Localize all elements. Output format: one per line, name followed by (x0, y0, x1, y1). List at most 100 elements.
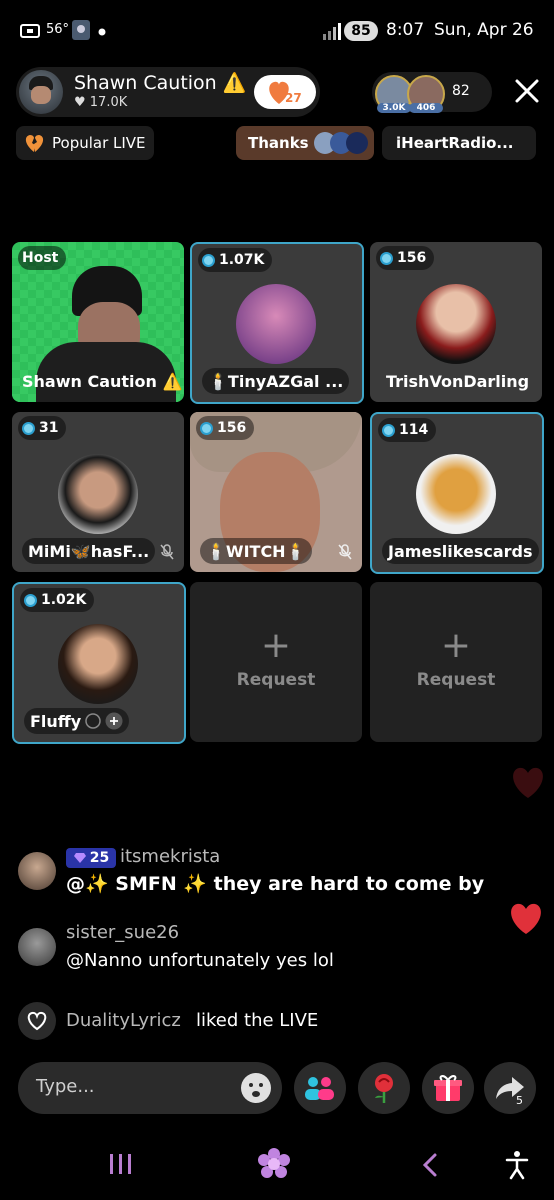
chat-avatar[interactable] (18, 852, 56, 890)
chat-message: @✨ SMFN ✨ they are hard to come by (66, 873, 485, 895)
gift-button[interactable] (422, 1062, 474, 1114)
viewer-list[interactable]: 3.0K 406 82 (372, 72, 492, 113)
home-flower-icon[interactable] (256, 1146, 292, 1182)
system-nav-bar (0, 1140, 554, 1200)
guest-name: 🕯️WITCH🕯️ (200, 538, 312, 564)
temperature: 56° (46, 22, 70, 37)
like-event-user[interactable]: DualityLyricz (66, 1010, 181, 1031)
chat-message: @Nanno unfortunately yes lol (66, 950, 334, 971)
request-slot[interactable]: + Request (190, 582, 362, 742)
host-name: Shawn Caution ⚠️ (74, 72, 247, 94)
gem-icon (24, 593, 37, 607)
chat-avatar[interactable] (18, 928, 56, 966)
floating-heart-icon (513, 767, 543, 798)
iheartradio-label: iHeartRadio... (396, 134, 514, 152)
gem-icon (22, 421, 35, 435)
registered-icon (85, 713, 101, 729)
thanks-avatar (346, 132, 368, 154)
viewer-count: 82 (452, 83, 470, 99)
dot-icon (98, 28, 106, 36)
heart-outline-icon (27, 1011, 47, 1031)
host-badge: Host (18, 246, 67, 270)
guest-gift-badge: 1.07K (198, 248, 273, 272)
guests-button[interactable] (294, 1062, 346, 1114)
request-label: Request (416, 670, 496, 690)
guest-gift-badge: 31 (18, 416, 67, 440)
level-badge: 25 (66, 848, 116, 868)
add-icon[interactable] (105, 712, 123, 730)
guest-gift-badge: 156 (196, 416, 255, 440)
guest-tile[interactable]: 156 🕯️WITCH🕯️ (190, 412, 362, 572)
top-viewer-avatar[interactable]: 406 (407, 75, 445, 113)
request-slot[interactable]: + Request (370, 582, 542, 742)
floating-heart-icon (511, 903, 541, 934)
host-info[interactable]: Shawn Caution ⚠️ ♥ 17.0K 27 (16, 67, 320, 117)
popular-live-chip[interactable]: Popular LIVE (16, 126, 154, 160)
comment-placeholder: Type... (36, 1076, 95, 1097)
recent-apps-icon[interactable] (108, 1152, 134, 1176)
guest-tile[interactable]: 114 Jameslikescards (370, 412, 544, 574)
guests-icon (305, 1077, 334, 1100)
status-bar: 56° 85 8:07 Sun, Apr 26 (0, 0, 554, 62)
gem-icon (200, 421, 213, 435)
request-label: Request (236, 670, 316, 690)
chat-username[interactable]: itsmekrista (120, 846, 220, 867)
plus-icon: + (440, 625, 472, 666)
guest-name: Fluffy (30, 711, 82, 731)
gem-icon (380, 251, 393, 265)
iheartradio-chip[interactable]: iHeartRadio... (382, 126, 536, 160)
guest-avatar (416, 284, 496, 364)
diamond-icon (73, 853, 86, 863)
screenshot-icon (20, 24, 40, 38)
mic-muted-icon (338, 544, 352, 560)
gem-icon (382, 423, 395, 437)
guest-gift-badge: 156 (376, 246, 435, 270)
date: Sun, Apr 26 (434, 20, 534, 40)
popular-live-label: Popular LIVE (52, 134, 146, 152)
clock: 8:07 (386, 20, 425, 40)
follow-button[interactable]: 27 (254, 75, 316, 109)
guest-tile-host[interactable]: Host Shawn Caution ⚠️ (12, 242, 184, 402)
signal-icon (323, 23, 341, 40)
like-event-icon-wrap (18, 1002, 56, 1040)
like-event-text: liked the LIVE (196, 1010, 319, 1031)
guest-name-pill: Fluffy (24, 708, 130, 734)
guest-avatar (58, 454, 138, 534)
comment-input[interactable]: Type... (18, 1062, 282, 1114)
thanks-chip[interactable]: Thanks (236, 126, 374, 160)
guest-gift-badge: 1.02K (20, 588, 95, 612)
guest-name: TrishVonDarling (386, 371, 530, 391)
plus-icon: + (260, 625, 292, 666)
accessibility-icon[interactable] (504, 1150, 530, 1180)
guest-gift-badge: 114 (378, 418, 437, 442)
rose-icon (375, 1074, 393, 1103)
guest-tile[interactable]: 1.02K Fluffy (12, 582, 186, 744)
gem-icon (202, 253, 215, 267)
chat-username[interactable]: sister_sue26 (66, 922, 179, 943)
emoji-icon[interactable] (240, 1072, 272, 1104)
back-icon[interactable] (420, 1152, 440, 1178)
share-button[interactable]: 5 (484, 1062, 536, 1114)
battery-indicator: 85 (344, 21, 378, 41)
viewer-badge: 3.0K (377, 103, 411, 113)
guest-tile[interactable]: 1.07K 🕯️TinyAZGal ... (190, 242, 364, 404)
follow-count: 27 (285, 91, 302, 105)
mic-muted-icon (160, 544, 174, 560)
guest-name: Shawn Caution ⚠️ (22, 371, 183, 391)
guest-avatar (58, 624, 138, 704)
host-avatar[interactable] (19, 70, 63, 114)
viewer-badge: 406 (409, 103, 443, 113)
close-icon[interactable] (512, 76, 542, 106)
guest-name: Jameslikescards (382, 538, 539, 564)
gift-icon (434, 1075, 462, 1101)
guest-avatar (236, 284, 316, 364)
heart-follow-icon: 27 (269, 81, 302, 105)
guest-name: MiMi🦋hasF... (22, 538, 156, 564)
guest-name: 🕯️TinyAZGal ... (202, 368, 350, 394)
app-notification-icon (72, 20, 90, 40)
rose-gift-button[interactable] (358, 1062, 410, 1114)
guest-tile[interactable]: 31 MiMi🦋hasF... (12, 412, 184, 572)
host-likes: ♥ 17.0K (74, 95, 128, 110)
guest-avatar (416, 454, 496, 534)
guest-tile[interactable]: 156 TrishVonDarling (370, 242, 542, 402)
